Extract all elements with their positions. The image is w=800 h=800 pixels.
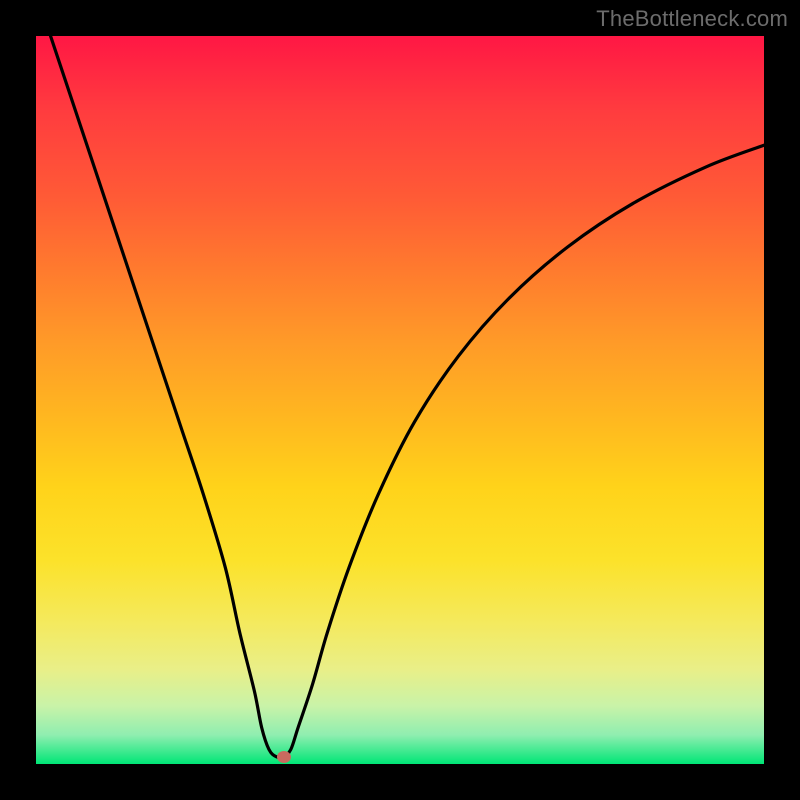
plot-area <box>36 36 764 764</box>
watermark-text: TheBottleneck.com <box>596 6 788 32</box>
min-marker <box>277 751 291 763</box>
chart-frame: TheBottleneck.com <box>0 0 800 800</box>
curve-path <box>51 36 764 758</box>
bottleneck-curve <box>36 36 764 764</box>
